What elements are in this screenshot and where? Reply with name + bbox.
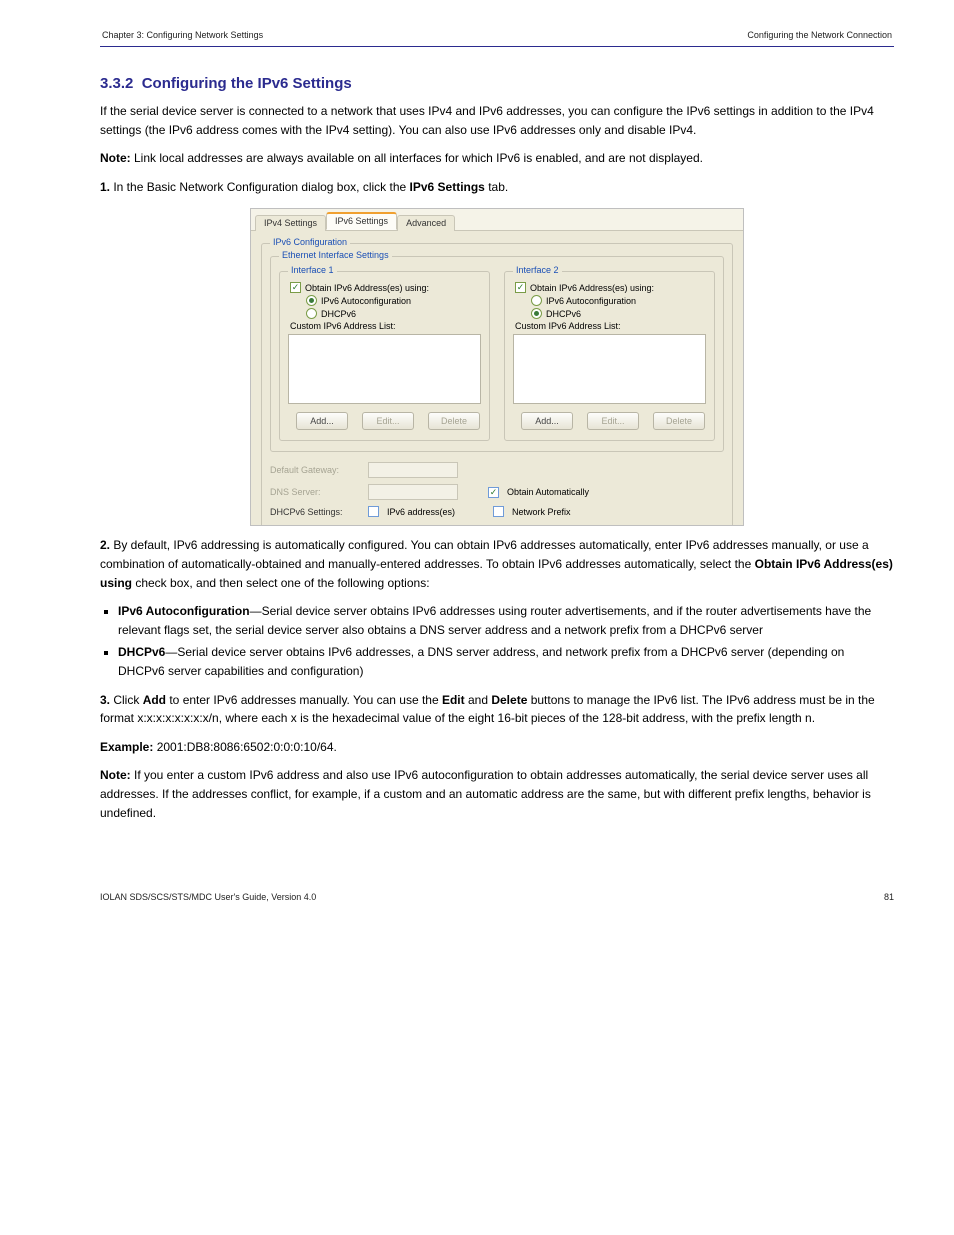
label-dhcpv6-settings: DHCPv6 Settings: — [270, 507, 360, 517]
label-ipv6-addresses: IPv6 address(es) — [387, 507, 455, 517]
bullet-autoconf-bold: IPv6 Autoconfiguration — [118, 604, 250, 618]
radio-autoconf-if2[interactable] — [531, 295, 542, 306]
bullet-dhcpv6-text: —Serial device server obtains IPv6 addre… — [118, 645, 844, 678]
footer-doc: IOLAN SDS/SCS/STS/MDC User's Guide, Vers… — [100, 892, 316, 902]
tab-strip: IPv4 Settings IPv6 Settings Advanced — [251, 209, 743, 231]
label-default-gateway: Default Gateway: — [270, 465, 360, 475]
label-autoconf-if2: IPv6 Autoconfiguration — [546, 296, 636, 306]
delete-button-if1[interactable]: Delete — [428, 412, 480, 430]
label-network-prefix: Network Prefix — [512, 507, 571, 517]
radio-dhcpv6-if1[interactable] — [306, 308, 317, 319]
legend-interface-2: Interface 2 — [513, 265, 562, 275]
checkbox-ipv6-addresses[interactable] — [368, 506, 379, 517]
note-text: Link local addresses are always availabl… — [134, 151, 703, 165]
example: Example: 2001:DB8:8086:6502:0:0:0:10/64. — [100, 738, 894, 757]
delete-button-if2[interactable]: Delete — [653, 412, 705, 430]
note-2: Note: If you enter a custom IPv6 address… — [100, 766, 894, 822]
bullet-autoconf: IPv6 Autoconfiguration—Serial device ser… — [118, 602, 894, 639]
radio-dhcpv6-if2[interactable] — [531, 308, 542, 319]
tab-ipv4[interactable]: IPv4 Settings — [255, 215, 326, 231]
footer-page: 81 — [884, 892, 894, 902]
note2-text: If you enter a custom IPv6 address and a… — [100, 768, 871, 819]
checkbox-obtain-if1[interactable] — [290, 282, 301, 293]
checkbox-obtain-if2[interactable] — [515, 282, 526, 293]
group-interface-1: Interface 1 Obtain IPv6 Address(es) usin… — [279, 271, 490, 441]
intro-paragraph: If the serial device server is connected… — [100, 102, 894, 139]
s3f: Delete — [491, 693, 527, 707]
label-customlist-if2: Custom IPv6 Address List: — [515, 321, 621, 331]
add-button-if2[interactable]: Add... — [521, 412, 573, 430]
tab-advanced[interactable]: Advanced — [397, 215, 455, 231]
header-chapter: Chapter 3: Configuring Network Settings — [102, 30, 263, 40]
header-topic: Configuring the Network Connection — [747, 30, 892, 40]
s3c: to enter IPv6 addresses manually. You ca… — [166, 693, 442, 707]
step2-a: By default, IPv6 addressing is automatic… — [100, 538, 869, 571]
step2-c: check box, and then select one of the fo… — [132, 576, 430, 590]
ipv6-settings-dialog: IPv4 Settings IPv6 Settings Advanced IPv… — [250, 208, 744, 526]
input-dns-server[interactable] — [368, 484, 458, 500]
section-title: Configuring the IPv6 Settings — [142, 75, 352, 92]
note-1: Note: Link local addresses are always av… — [100, 149, 894, 168]
legend-ethernet: Ethernet Interface Settings — [279, 250, 392, 260]
edit-button-if1[interactable]: Edit... — [362, 412, 414, 430]
step-2: 2. By default, IPv6 addressing is automa… — [100, 536, 894, 592]
bullet-dhcpv6: DHCPv6—Serial device server obtains IPv6… — [118, 643, 894, 680]
label-dns-server: DNS Server: — [270, 487, 360, 497]
legend-interface-1: Interface 1 — [288, 265, 337, 275]
label-obtain-auto: Obtain Automatically — [507, 487, 589, 497]
example-label: Example: — [100, 740, 153, 754]
step1-text-b: tab. — [485, 180, 508, 194]
label-dhcpv6-if2: DHCPv6 — [546, 309, 581, 319]
step1-text-a: In the Basic Network Configuration dialo… — [113, 180, 409, 194]
label-autoconf-if1: IPv6 Autoconfiguration — [321, 296, 411, 306]
s3d: Edit — [442, 693, 465, 707]
label-dhcpv6-if1: DHCPv6 — [321, 309, 356, 319]
group-ethernet: Ethernet Interface Settings Interface 1 … — [270, 256, 724, 452]
section-heading: 3.3.2 Configuring the IPv6 Settings — [100, 75, 894, 92]
option-list: IPv6 Autoconfiguration —Serial device ser… — [118, 602, 894, 680]
step-3: 3. Click Add to enter IPv6 addresses man… — [100, 691, 894, 728]
edit-button-if2[interactable]: Edit... — [587, 412, 639, 430]
radio-autoconf-if1[interactable] — [306, 295, 317, 306]
checkbox-obtain-auto[interactable] — [488, 487, 499, 498]
header-rule — [100, 46, 894, 47]
s3a: Click — [113, 693, 142, 707]
note-label: Note: — [100, 151, 134, 165]
legend-ipv6-config: IPv6 Configuration — [270, 237, 350, 247]
figure: IPv4 Settings IPv6 Settings Advanced IPv… — [100, 208, 894, 526]
input-default-gateway[interactable] — [368, 462, 458, 478]
label-obtain-if2: Obtain IPv6 Address(es) using: — [530, 283, 654, 293]
page-footer: IOLAN SDS/SCS/STS/MDC User's Guide, Vers… — [100, 892, 894, 902]
s3b: Add — [143, 693, 166, 707]
step-1: 1. In the Basic Network Configuration di… — [100, 178, 894, 197]
s3e: and — [465, 693, 492, 707]
note2-label: Note: — [100, 768, 134, 782]
bullet-dhcpv6-bold: DHCPv6 — [118, 645, 165, 659]
group-interface-2: Interface 2 Obtain IPv6 Address(es) usin… — [504, 271, 715, 441]
section-number: 3.3.2 — [100, 75, 133, 92]
label-customlist-if1: Custom IPv6 Address List: — [290, 321, 396, 331]
tab-ipv6[interactable]: IPv6 Settings — [326, 212, 397, 230]
example-value: 2001:DB8:8086:6502:0:0:0:10/64. — [153, 740, 337, 754]
listbox-addresses-if2[interactable] — [513, 334, 706, 404]
add-button-if1[interactable]: Add... — [296, 412, 348, 430]
label-obtain-if1: Obtain IPv6 Address(es) using: — [305, 283, 429, 293]
step1-bold: IPv6 Settings — [410, 180, 485, 194]
listbox-addresses-if1[interactable] — [288, 334, 481, 404]
checkbox-network-prefix[interactable] — [493, 506, 504, 517]
group-ipv6-config: IPv6 Configuration Ethernet Interface Se… — [261, 243, 733, 526]
